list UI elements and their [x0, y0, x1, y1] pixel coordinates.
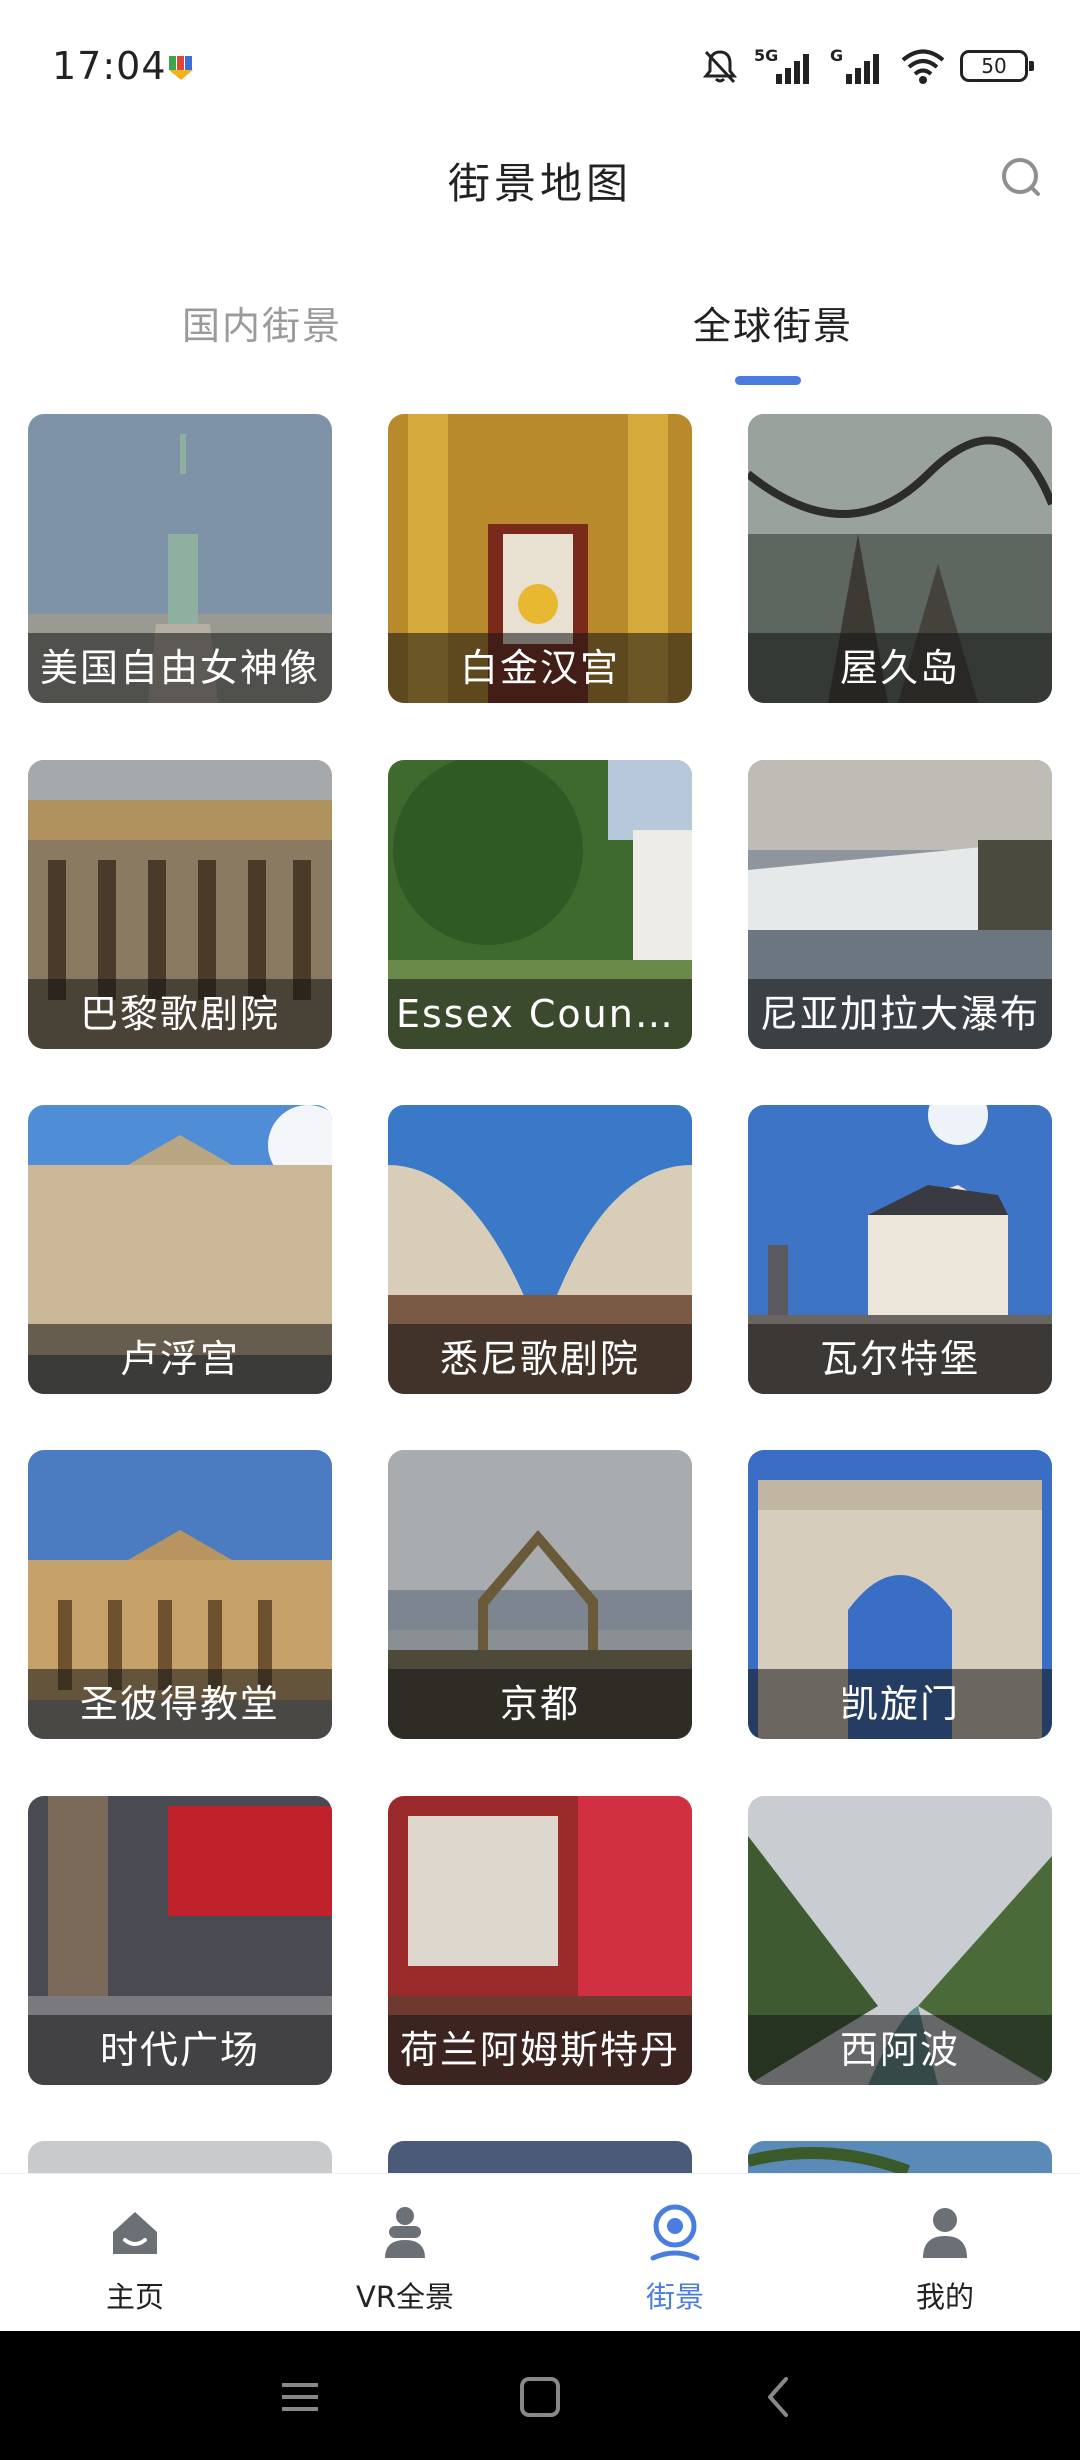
- nav-item-street-view[interactable]: 街景: [540, 2174, 810, 2332]
- place-grid: 美国自由女神像 白金汉宫 屋久岛 巴黎歌剧院 Essex Count... 尼亚…: [0, 0, 1080, 2173]
- place-label: 圣彼得教堂: [79, 1682, 280, 1726]
- place-card-kyoto[interactable]: 京都: [388, 1450, 692, 1739]
- place-card-arc-de-triomphe[interactable]: 凯旋门: [748, 1450, 1052, 1739]
- place-card-sydney-opera[interactable]: 悉尼歌剧院: [388, 1105, 692, 1394]
- home-square-icon[interactable]: [510, 2367, 570, 2427]
- nav-item-home[interactable]: 主页: [0, 2174, 270, 2332]
- place-label: 美国自由女神像: [39, 646, 320, 690]
- partial-image-2: [388, 2141, 692, 2173]
- place-card-partial-2[interactable]: [388, 2141, 692, 2173]
- place-card-buckingham-palace[interactable]: 白金汉宫: [388, 414, 692, 703]
- place-label: 卢浮宫: [119, 1337, 240, 1381]
- nav-item-vr[interactable]: VR全景: [270, 2174, 540, 2332]
- system-nav-bar: [0, 2331, 1080, 2460]
- place-label: Essex Count...: [396, 992, 684, 1036]
- place-card-louvre[interactable]: 卢浮宫: [28, 1105, 332, 1394]
- menu-icon[interactable]: [270, 2367, 330, 2427]
- partial-image-1: [28, 2141, 332, 2173]
- place-label: 屋久岛: [839, 646, 960, 690]
- place-label: 荷兰阿姆斯特丹: [399, 2028, 680, 2072]
- place-card-st-peters[interactable]: 圣彼得教堂: [28, 1450, 332, 1739]
- place-label: 京都: [499, 1682, 580, 1726]
- street-view-icon: [650, 2204, 700, 2261]
- place-label: 悉尼歌剧院: [439, 1337, 640, 1381]
- vr-icon: [385, 2207, 425, 2258]
- bottom-nav: 主页 VR全景 街景 我的: [0, 2173, 1080, 2331]
- place-card-wartburg[interactable]: 瓦尔特堡: [748, 1105, 1052, 1394]
- nav-label: 主页: [105, 2280, 164, 2314]
- place-label: 凯旋门: [839, 1682, 960, 1726]
- partial-image-3: [748, 2141, 1052, 2173]
- home-icon: [113, 2212, 157, 2254]
- place-card-times-square[interactable]: 时代广场: [28, 1796, 332, 2085]
- place-card-essex-county[interactable]: Essex Count...: [388, 760, 692, 1049]
- nav-label: VR全景: [356, 2280, 454, 2314]
- place-card-partial-1[interactable]: [28, 2141, 332, 2173]
- place-label: 时代广场: [99, 2028, 260, 2072]
- back-icon[interactable]: [750, 2367, 810, 2427]
- place-label: 西阿波: [839, 2028, 960, 2072]
- nav-item-profile[interactable]: 我的: [810, 2174, 1080, 2332]
- place-card-amsterdam[interactable]: 荷兰阿姆斯特丹: [388, 1796, 692, 2085]
- place-label: 白金汉宫: [459, 646, 620, 690]
- place-card-yakushima[interactable]: 屋久岛: [748, 414, 1052, 703]
- place-card-statue-of-liberty[interactable]: 美国自由女神像: [28, 414, 332, 703]
- place-card-paris-opera[interactable]: 巴黎歌剧院: [28, 760, 332, 1049]
- place-label: 巴黎歌剧院: [79, 992, 280, 1036]
- place-label: 尼亚加拉大瀑布: [759, 992, 1040, 1036]
- nav-label: 我的: [915, 2280, 974, 2314]
- place-card-partial-3[interactable]: [748, 2141, 1052, 2173]
- place-card-nishi-iya[interactable]: 西阿波: [748, 1796, 1052, 2085]
- place-label: 瓦尔特堡: [819, 1337, 980, 1381]
- profile-icon: [923, 2208, 967, 2258]
- nav-label: 街景: [645, 2280, 704, 2314]
- place-card-niagara-falls[interactable]: 尼亚加拉大瀑布: [748, 760, 1052, 1049]
